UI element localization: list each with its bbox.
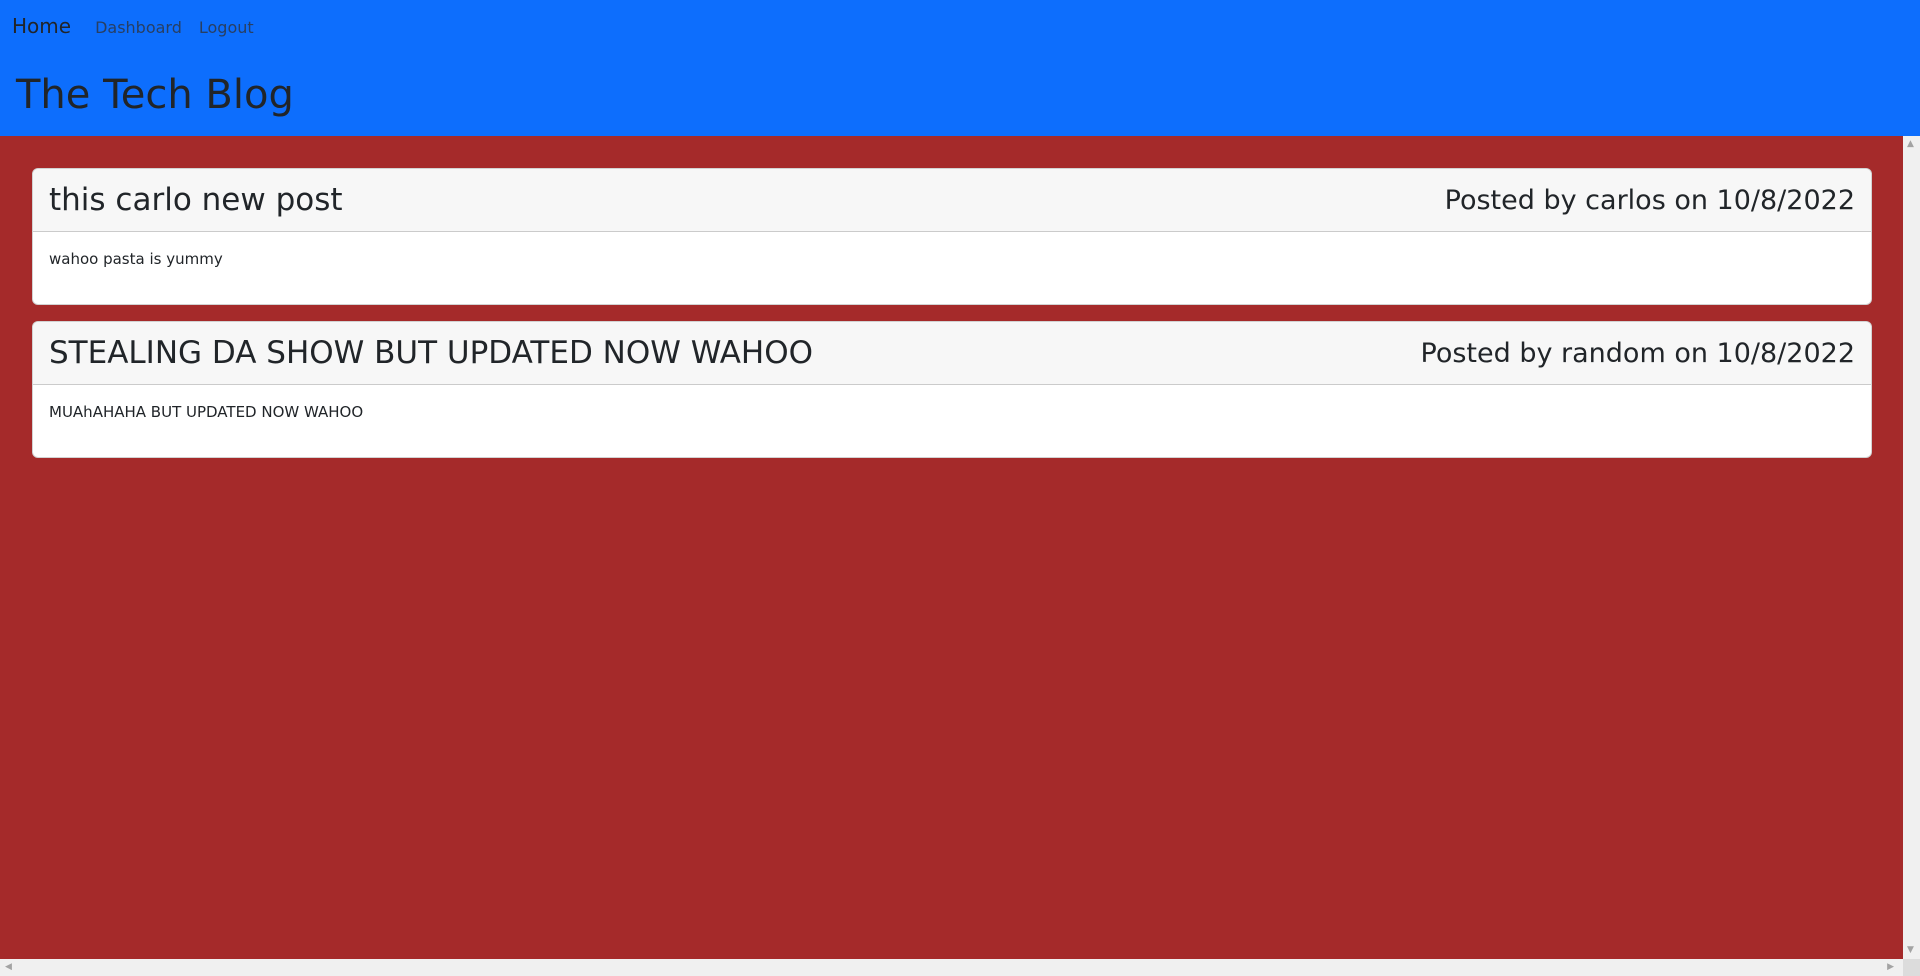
- nav-home-link[interactable]: Home: [12, 14, 71, 38]
- post-card-header: STEALING DA SHOW BUT UPDATED NOW WAHOO P…: [33, 322, 1871, 385]
- post-meta: Posted by carlos on 10/8/2022: [1444, 184, 1855, 216]
- nav-logout-link[interactable]: Logout: [199, 18, 254, 37]
- post-title[interactable]: this carlo new post: [49, 182, 343, 218]
- site-title: The Tech Blog: [16, 72, 294, 118]
- navbar: Home Dashboard Logout: [12, 14, 271, 38]
- scroll-down-icon[interactable]: ▼: [1907, 946, 1914, 955]
- post-card-body: wahoo pasta is yummy: [33, 232, 1871, 304]
- post-title[interactable]: STEALING DA SHOW BUT UPDATED NOW WAHOO: [49, 335, 813, 371]
- site-header: Home Dashboard Logout The Tech Blog: [0, 0, 1920, 136]
- post-card-body: MUAhAHAHA BUT UPDATED NOW WAHOO: [33, 385, 1871, 457]
- scrollbar-corner: [1903, 959, 1920, 976]
- scroll-right-icon[interactable]: ▶: [1887, 963, 1894, 972]
- post-card[interactable]: STEALING DA SHOW BUT UPDATED NOW WAHOO P…: [32, 321, 1872, 458]
- post-meta: Posted by random on 10/8/2022: [1420, 337, 1855, 369]
- post-content: wahoo pasta is yummy: [49, 250, 223, 268]
- scroll-up-icon[interactable]: ▲: [1907, 140, 1914, 149]
- vertical-scrollbar[interactable]: ▲ ▼: [1903, 136, 1920, 959]
- post-card-header: this carlo new post Posted by carlos on …: [33, 169, 1871, 232]
- scroll-left-icon[interactable]: ◀: [5, 963, 12, 972]
- post-content: MUAhAHAHA BUT UPDATED NOW WAHOO: [49, 403, 364, 421]
- post-list: this carlo new post Posted by carlos on …: [32, 168, 1872, 474]
- post-card[interactable]: this carlo new post Posted by carlos on …: [32, 168, 1872, 305]
- horizontal-scrollbar[interactable]: ◀ ▶: [0, 959, 1920, 976]
- nav-dashboard-link[interactable]: Dashboard: [95, 18, 182, 37]
